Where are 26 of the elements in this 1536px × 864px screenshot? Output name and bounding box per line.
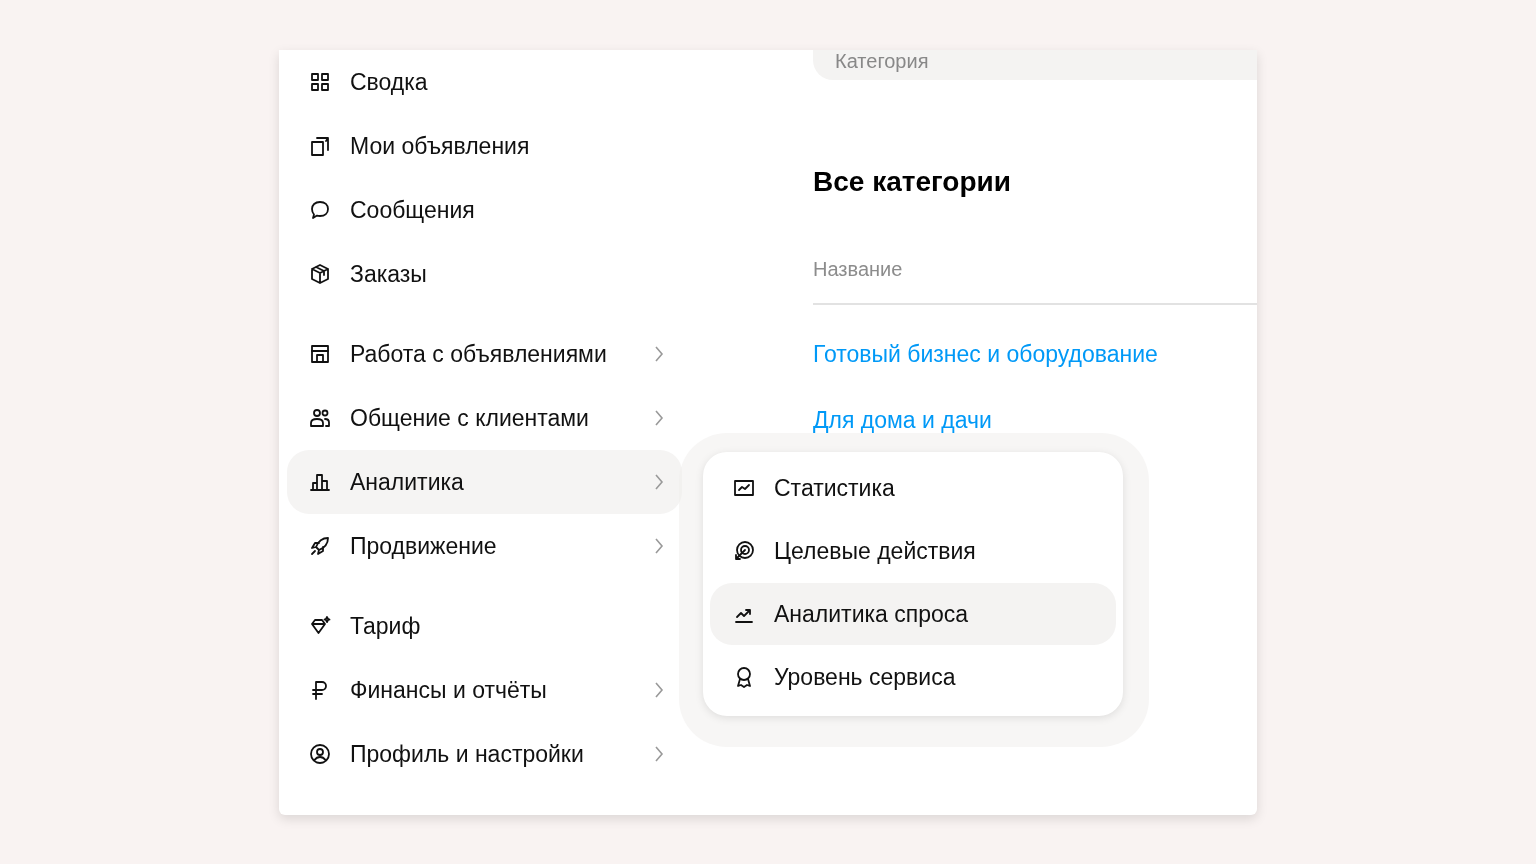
sidebar-item[interactable]: Мои объявления bbox=[287, 114, 682, 178]
target-icon bbox=[732, 539, 756, 563]
user-circle-icon bbox=[308, 742, 332, 766]
sidebar-item[interactable]: Работа с объявлениями bbox=[287, 322, 682, 386]
store-icon bbox=[308, 342, 332, 366]
submenu-item[interactable]: Статистика bbox=[710, 457, 1116, 519]
chat-bubble-icon bbox=[308, 198, 332, 222]
box-icon bbox=[308, 262, 332, 286]
sidebar-item[interactable]: Тариф bbox=[287, 594, 682, 658]
sidebar-item[interactable]: Финансы и отчёты bbox=[287, 658, 682, 722]
search-field[interactable]: Название bbox=[813, 258, 1257, 305]
sidebar-item[interactable]: Профиль и настройки bbox=[287, 722, 682, 786]
sidebar-item[interactable]: Заказы bbox=[287, 242, 682, 306]
copy-icon bbox=[308, 134, 332, 158]
grid-icon bbox=[308, 70, 332, 94]
sidebar-item[interactable]: Аналитика bbox=[287, 450, 682, 514]
sidebar-item[interactable]: Продвижение bbox=[287, 514, 682, 578]
sidebar-item[interactable]: Общение с клиентами bbox=[287, 386, 682, 450]
submenu-item[interactable]: Уровень сервиса bbox=[710, 646, 1116, 708]
page-title: Все категории bbox=[813, 166, 1011, 198]
rocket-icon bbox=[308, 534, 332, 558]
submenu-item[interactable]: Аналитика спроса bbox=[710, 583, 1116, 645]
sidebar-item[interactable]: Сводка bbox=[287, 50, 682, 114]
submenu-item[interactable]: Целевые действия bbox=[710, 520, 1116, 582]
people-icon bbox=[308, 406, 332, 430]
sidebar-item[interactable]: Сообщения bbox=[287, 178, 682, 242]
